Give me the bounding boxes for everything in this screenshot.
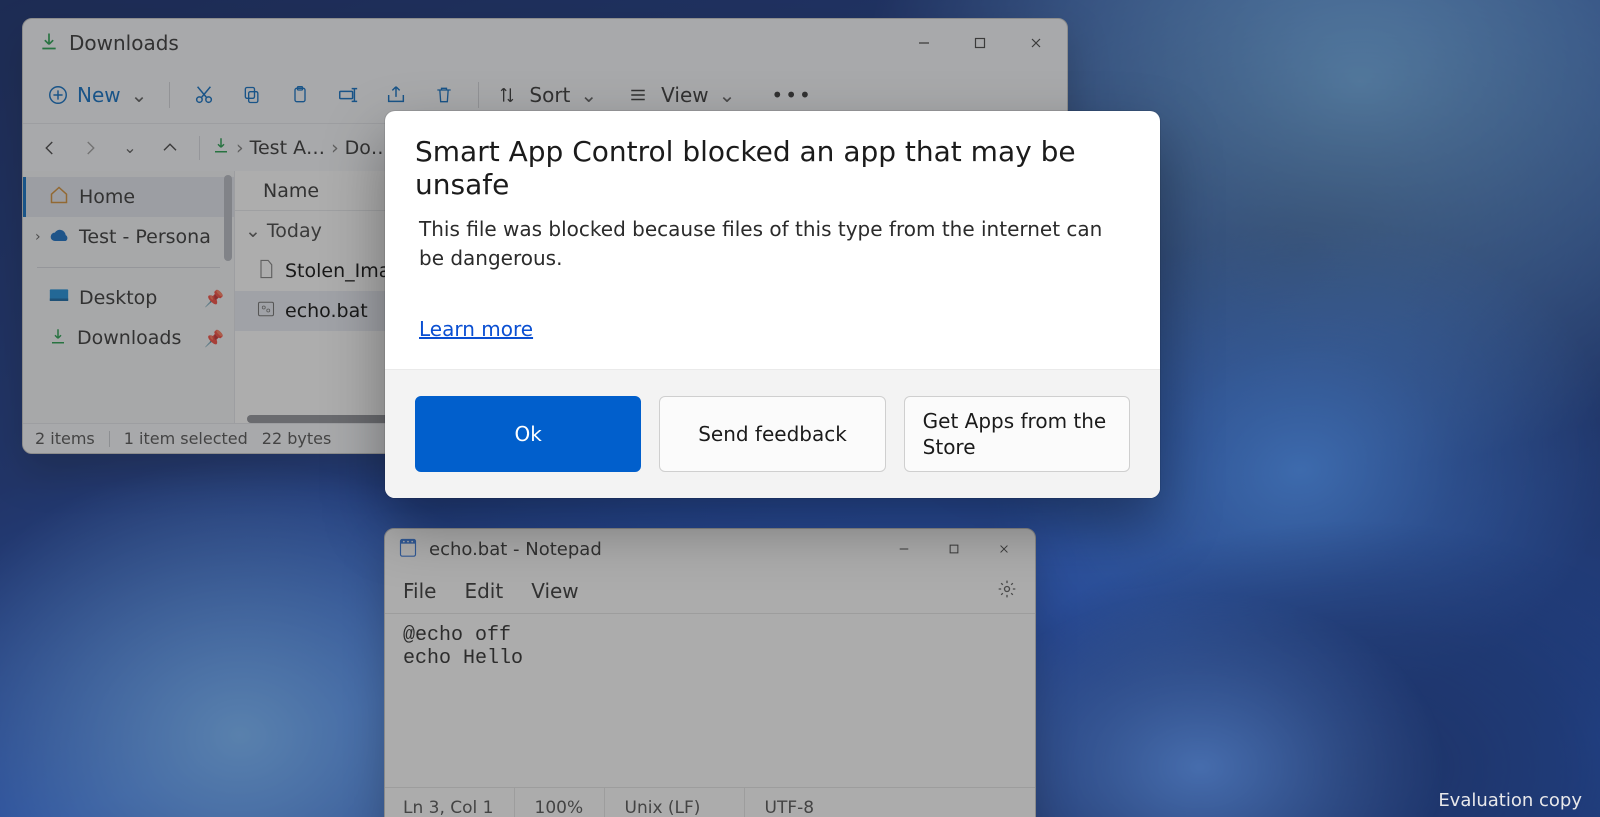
send-feedback-button[interactable]: Send feedback [659,396,885,472]
evaluation-copy-watermark: Evaluation copy [1438,790,1582,811]
get-apps-from-store-button[interactable]: Get Apps from the Store [904,396,1130,472]
learn-more-link[interactable]: Learn more [415,317,533,341]
smart-app-control-dialog: Smart App Control blocked an app that ma… [385,111,1160,498]
dialog-message: This file was blocked because files of t… [415,215,1115,273]
dialog-title: Smart App Control blocked an app that ma… [415,135,1130,201]
ok-button[interactable]: Ok [415,396,641,472]
dialog-button-row: Ok Send feedback Get Apps from the Store [385,369,1160,498]
